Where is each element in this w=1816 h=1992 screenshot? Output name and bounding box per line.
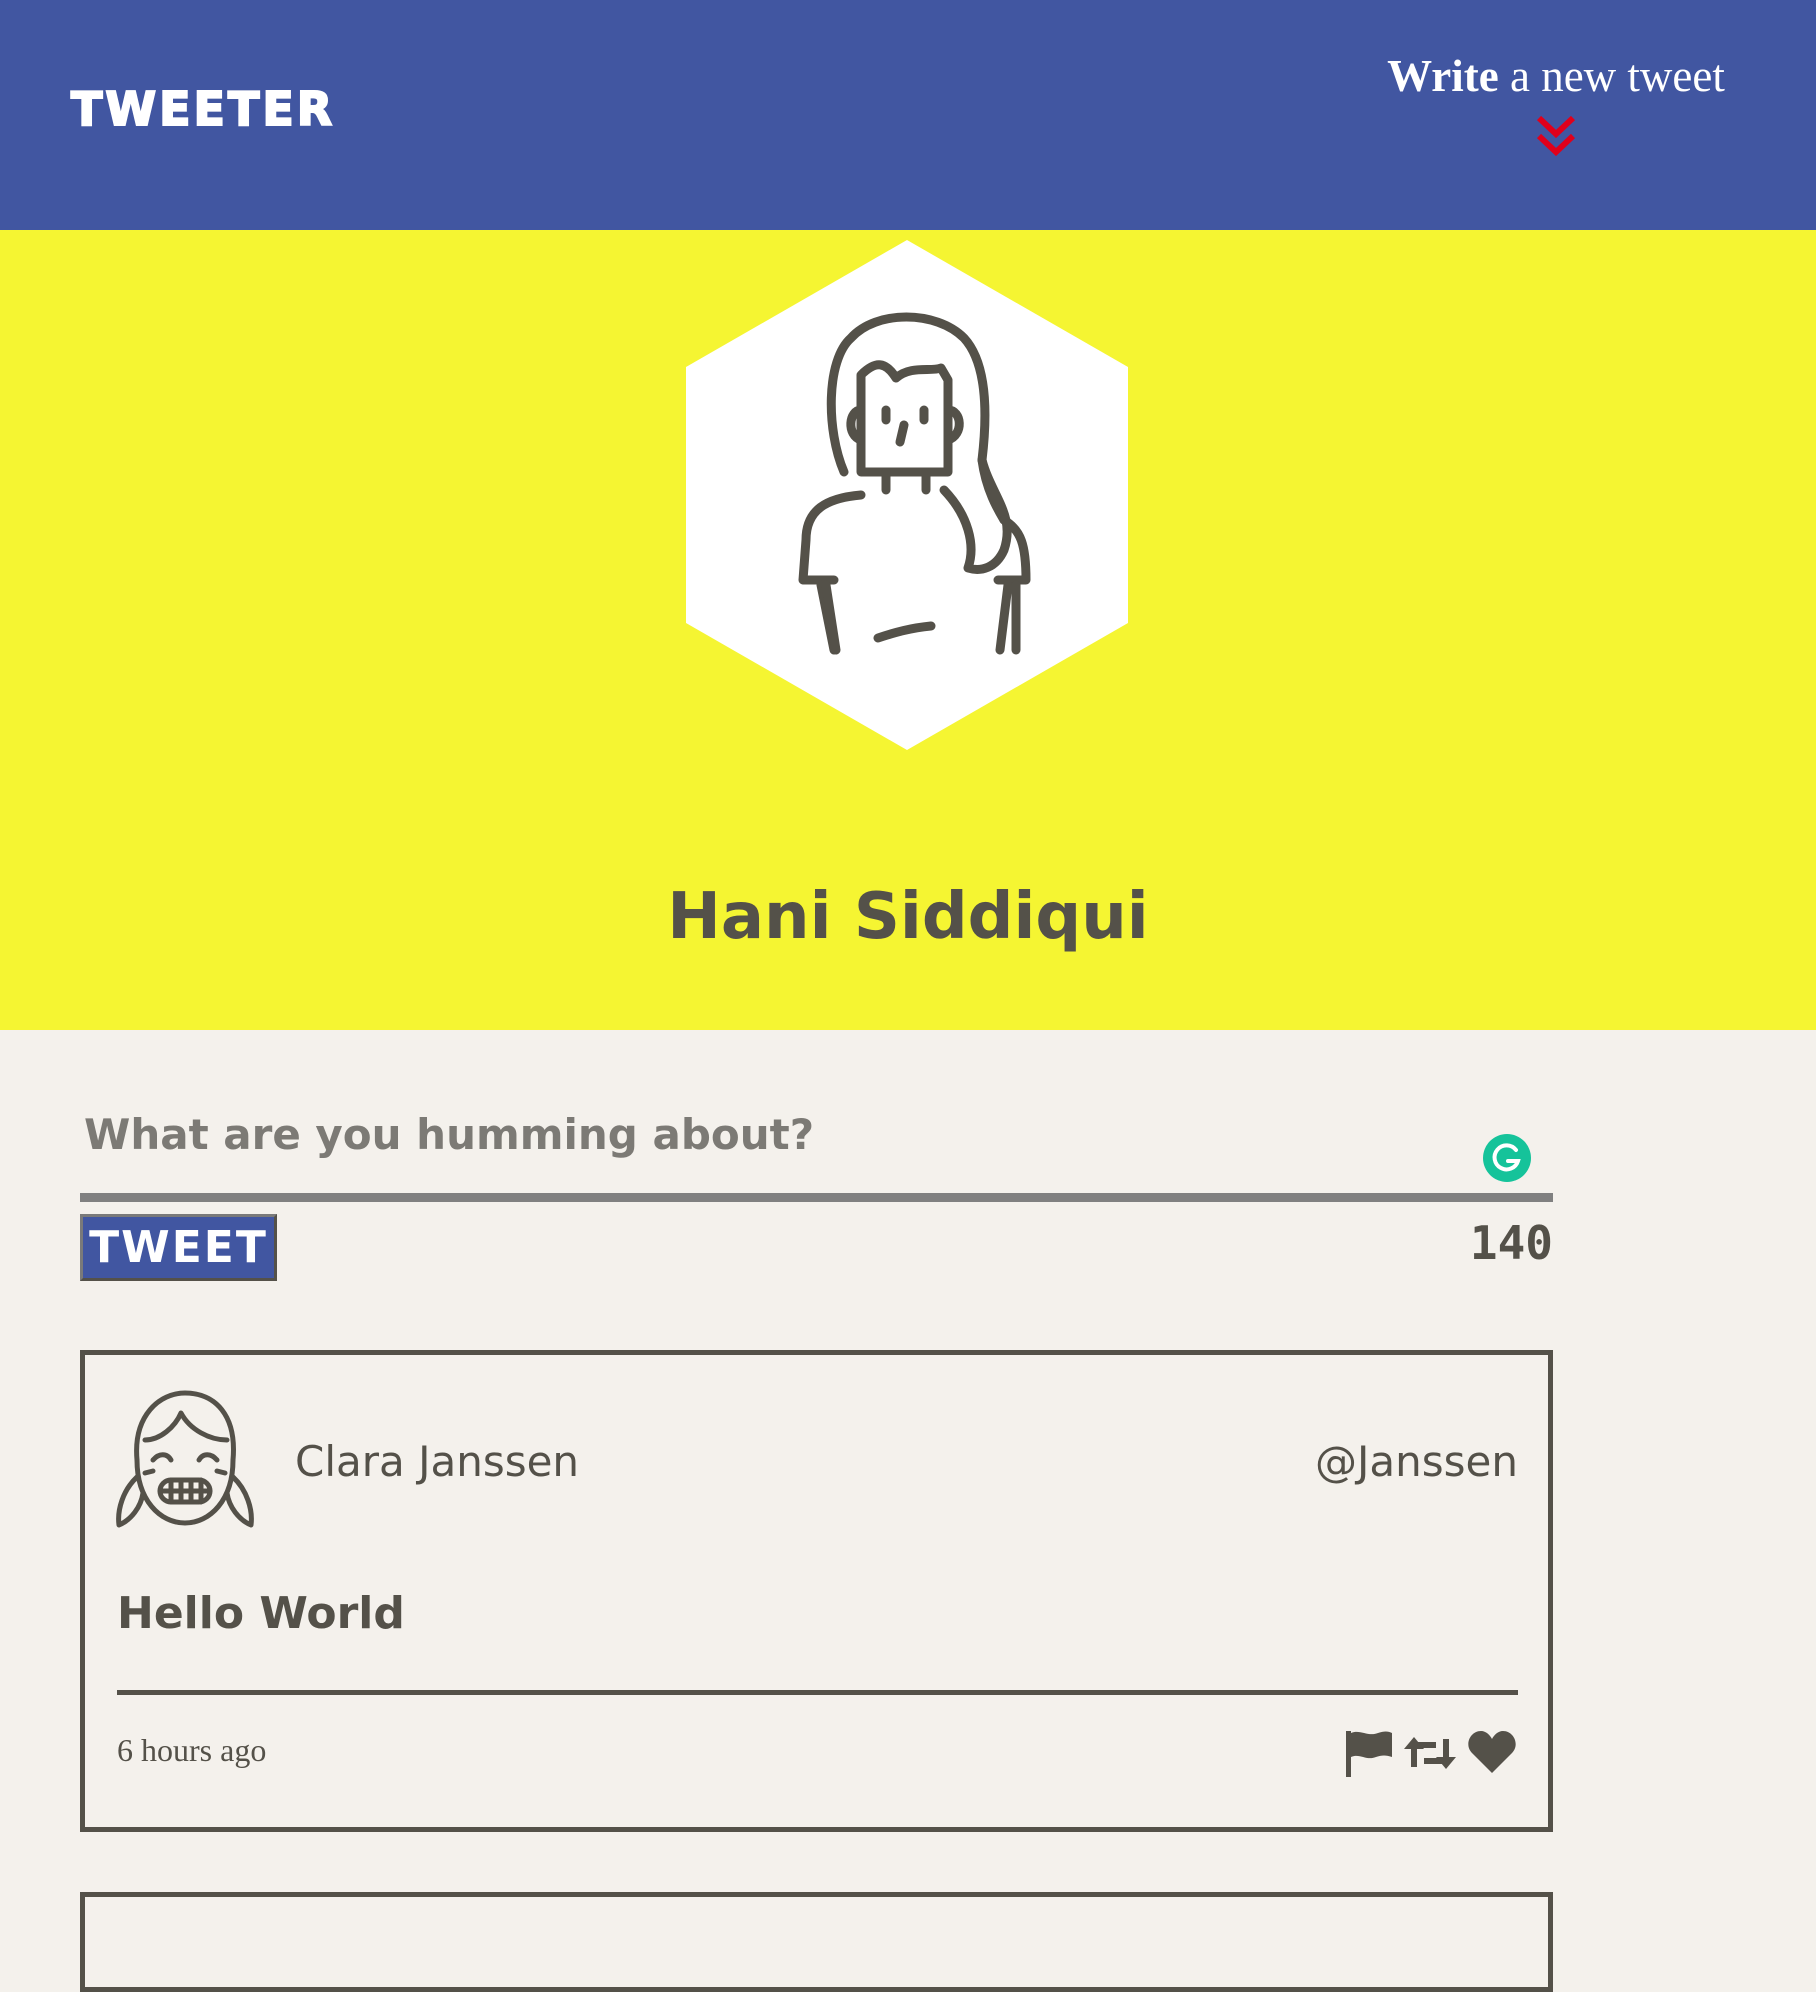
woman-avatar-icon	[686, 240, 1128, 750]
top-navigation-bar: TWEETER Write a new tweet	[0, 0, 1816, 230]
tweet-actions	[1342, 1727, 1518, 1779]
character-counter: 140	[1469, 1216, 1553, 1270]
profile-name: Hani Siddiqui	[667, 880, 1149, 954]
tweet-card	[80, 1892, 1553, 1992]
tweet-body: Hello World	[117, 1588, 405, 1639]
brand-logo[interactable]: TWEETER	[70, 81, 335, 137]
tweet-author-name[interactable]: Clara Janssen	[295, 1437, 579, 1486]
grammarly-g-glyph	[1492, 1143, 1521, 1172]
tweet-author-handle[interactable]: @Janssen	[1315, 1437, 1518, 1486]
tweet-button[interactable]: TWEET	[80, 1214, 277, 1281]
tweet-input[interactable]	[80, 1090, 1553, 1202]
profile-banner: Hani Siddiqui	[0, 230, 1816, 1030]
flag-icon[interactable]	[1342, 1727, 1394, 1779]
heart-icon[interactable]	[1466, 1727, 1518, 1779]
double-chevron-down-icon[interactable]	[1535, 114, 1577, 158]
write-new-tweet-label[interactable]: Write a new tweet	[1366, 50, 1746, 102]
grammarly-icon[interactable]	[1483, 1134, 1531, 1182]
tweet-timestamp: 6 hours ago	[117, 1732, 267, 1768]
tweet-composer: TWEET 140	[80, 1090, 1553, 1294]
tweet-divider	[117, 1690, 1518, 1695]
write-new-tweet-toggle[interactable]: Write a new tweet	[1366, 50, 1746, 158]
tweet-card: Clara Janssen @Janssen Hello World 6 hou…	[80, 1350, 1553, 1832]
retweet-icon[interactable]	[1402, 1727, 1458, 1779]
composer-actions: TWEET 140	[80, 1214, 1553, 1294]
write-label-rest: a new tweet	[1498, 51, 1725, 101]
girl-avatar-icon	[116, 1390, 254, 1528]
write-label-bold: Write	[1387, 51, 1499, 101]
